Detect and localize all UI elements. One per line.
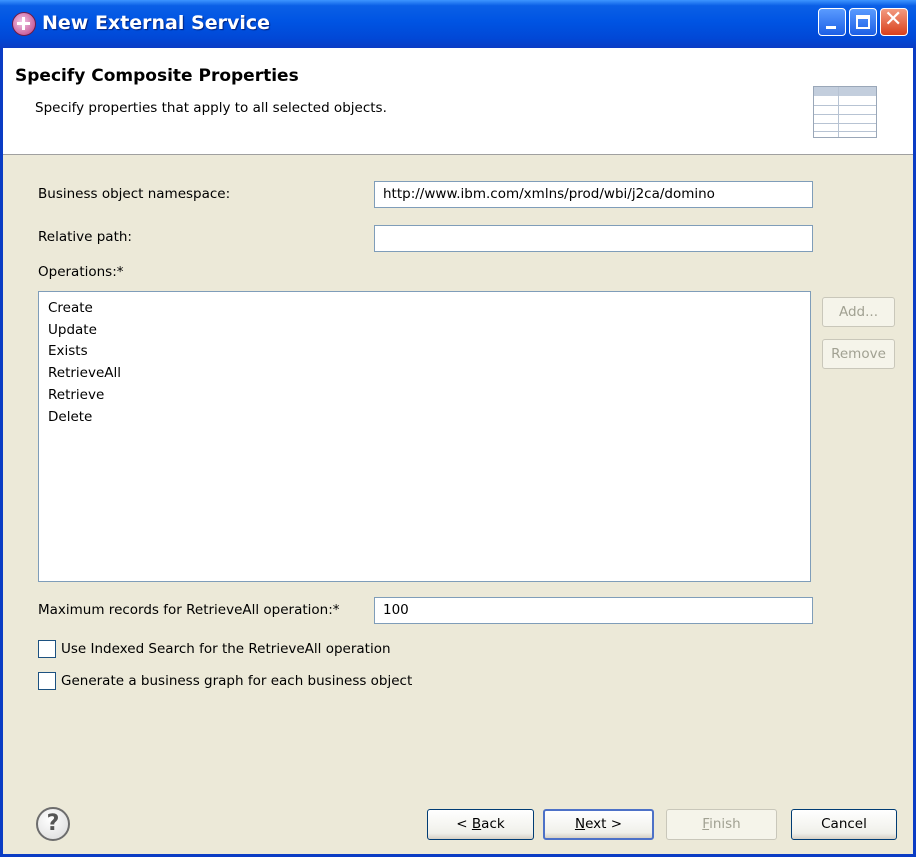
help-icon[interactable]: ?: [36, 807, 70, 841]
max-records-label: Maximum records for RetrieveAll operatio…: [38, 602, 340, 618]
business-graph-option[interactable]: Generate a business graph for each busin…: [38, 671, 412, 691]
relative-path-field[interactable]: [374, 225, 813, 252]
app-icon: [12, 12, 36, 36]
window-title: New External Service: [42, 12, 270, 34]
minimize-button[interactable]: [818, 8, 846, 36]
operations-list[interactable]: Create Update Exists RetrieveAll Retriev…: [38, 291, 811, 582]
list-item[interactable]: Create: [48, 298, 801, 320]
remove-button[interactable]: Remove: [822, 339, 895, 369]
business-graph-checkbox[interactable]: [38, 672, 56, 690]
operations-label: Operations:*: [38, 264, 124, 280]
list-item[interactable]: RetrieveAll: [48, 363, 801, 385]
close-icon: ✕: [884, 7, 903, 32]
add-button[interactable]: Add...: [822, 297, 895, 327]
maximize-button[interactable]: [849, 8, 877, 36]
namespace-field[interactable]: http://www.ibm.com/xmlns/prod/wbi/j2ca/d…: [374, 181, 813, 208]
cancel-button[interactable]: Cancel: [791, 809, 897, 840]
list-item[interactable]: Delete: [48, 407, 801, 429]
relative-path-label: Relative path:: [38, 229, 132, 245]
list-item[interactable]: Exists: [48, 341, 801, 363]
indexed-search-checkbox[interactable]: [38, 640, 56, 658]
title-bar[interactable]: New External Service ✕: [0, 0, 916, 48]
page-title: Specify Composite Properties: [15, 66, 299, 86]
wizard-header: Specify Composite Properties Specify pro…: [3, 48, 913, 155]
list-item[interactable]: Update: [48, 320, 801, 342]
maximize-icon: [856, 15, 870, 29]
page-description: Specify properties that apply to all sel…: [35, 100, 387, 116]
close-button[interactable]: ✕: [880, 7, 908, 36]
back-button[interactable]: < Back: [427, 809, 534, 840]
max-records-field[interactable]: 100: [374, 597, 813, 624]
finish-button[interactable]: Finish: [666, 809, 777, 840]
indexed-search-label: Use Indexed Search for the RetrieveAll o…: [61, 641, 391, 657]
business-graph-label: Generate a business graph for each busin…: [61, 673, 413, 689]
indexed-search-option[interactable]: Use Indexed Search for the RetrieveAll o…: [38, 639, 391, 659]
table-banner-icon: [813, 86, 877, 138]
namespace-label: Business object namespace:: [38, 186, 231, 202]
minimize-icon: [826, 26, 836, 29]
next-button[interactable]: Next >: [543, 809, 654, 840]
list-item[interactable]: Retrieve: [48, 385, 801, 407]
